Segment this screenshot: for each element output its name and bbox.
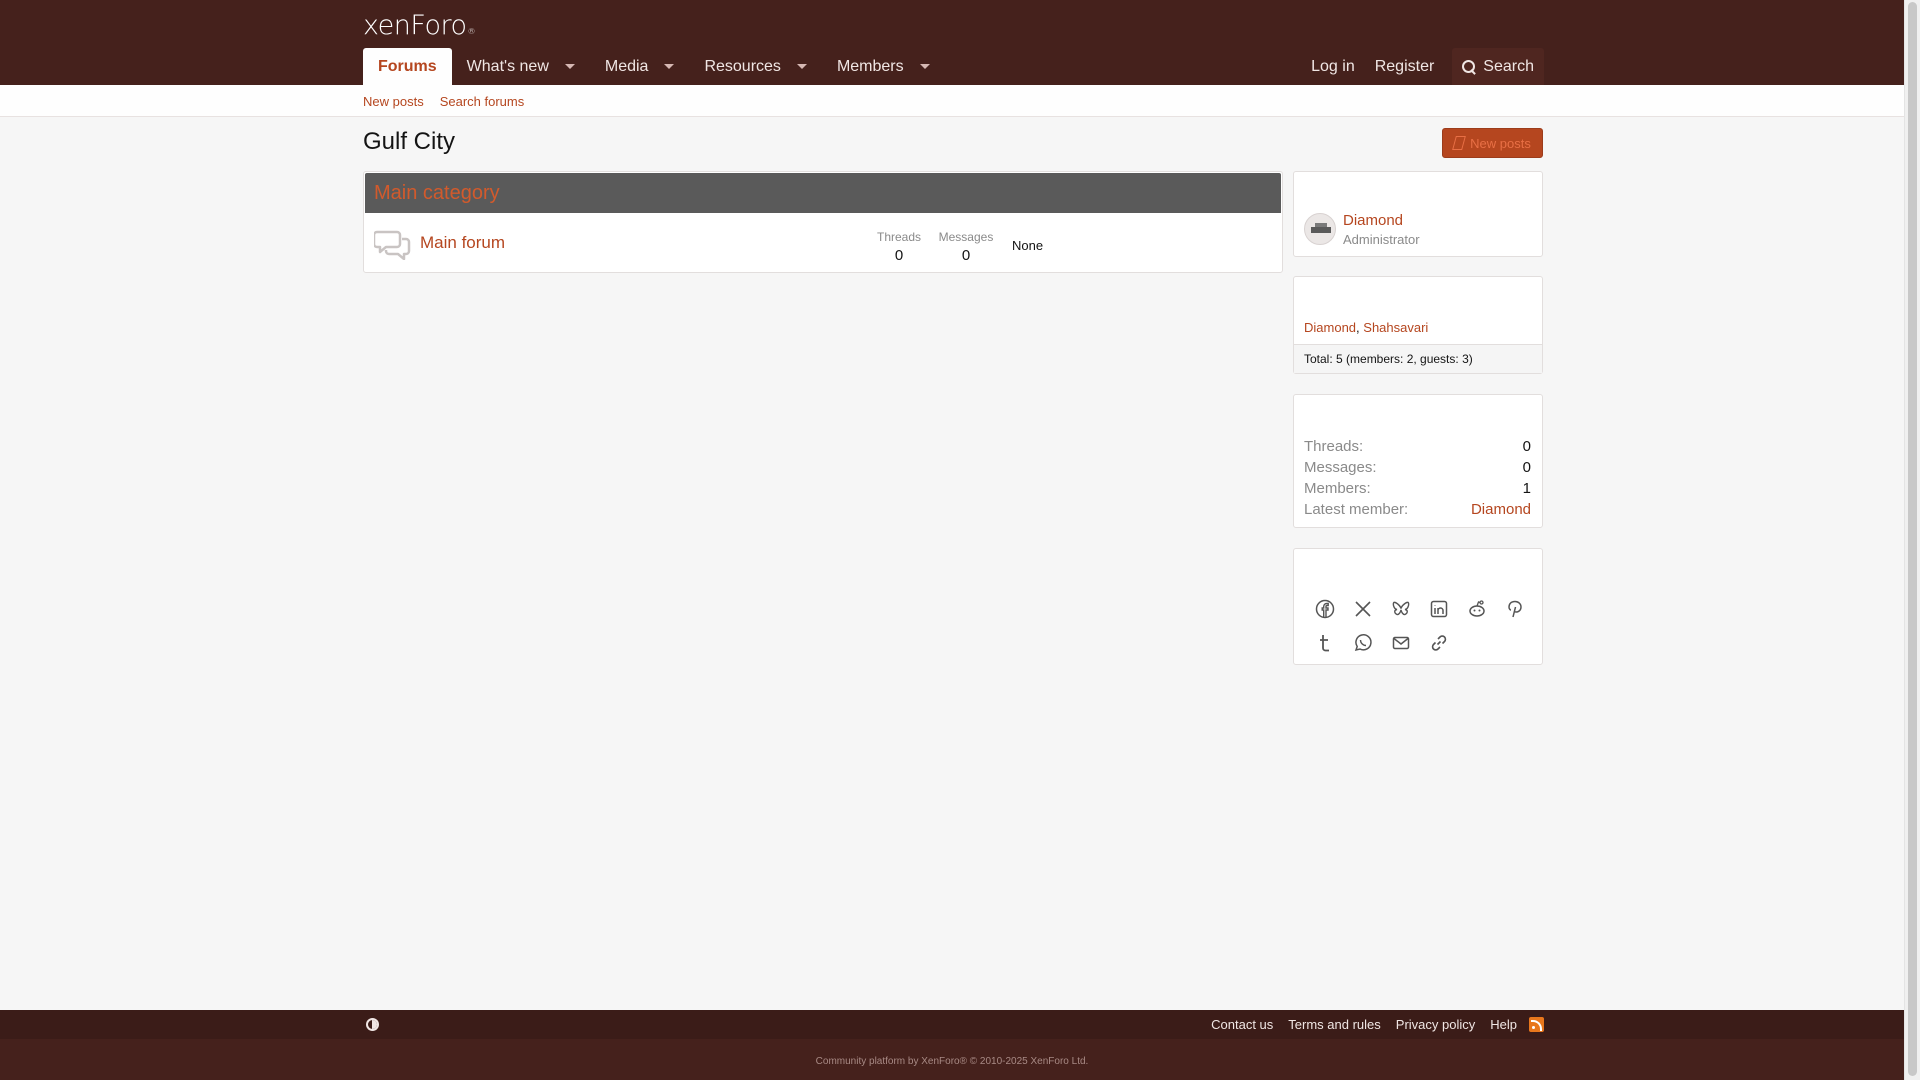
x-icon[interactable] <box>1344 597 1382 621</box>
forum-messages-stat: Messages 0 <box>934 230 998 264</box>
tumblr-icon[interactable] <box>1306 631 1344 655</box>
category-header: Main category <box>365 173 1281 213</box>
nav-tab-label: What's new <box>466 57 549 75</box>
copyright-text: Community platform by XenForo® © 2010-20… <box>815 1056 1089 1067</box>
forum-title-link[interactable]: Main forum <box>420 233 505 253</box>
forum-row: Main forum Threads 0 Messages 0 None <box>364 214 1282 272</box>
stats-key: Messages: <box>1304 459 1377 476</box>
login-link[interactable]: Log in <box>1301 48 1365 85</box>
page: xenForo ® Forums What's new Media Resourc… <box>0 0 1904 1080</box>
online-total: Total: 5 (members: 2, guests: 3) <box>1294 344 1542 373</box>
linkedin-icon[interactable] <box>1420 597 1458 621</box>
stats-row-latest-member: Latest member: Diamond <box>1304 501 1531 522</box>
online-member-link[interactable]: Diamond <box>1304 320 1356 335</box>
online-members-list: Diamond, Shahsavari <box>1304 320 1428 335</box>
nav-tab-media[interactable]: Media <box>590 48 690 85</box>
search-icon <box>1462 59 1476 74</box>
site-header: xenForo ® Forums What's new Media Resourc… <box>0 0 1904 85</box>
online-member-link[interactable]: Shahsavari <box>1363 320 1428 335</box>
category-title[interactable]: Main category <box>374 182 500 205</box>
stats-list: Threads: 0 Messages: 0 Members: 1 Latest me… <box>1304 438 1531 522</box>
stats-row-messages: Messages: 0 <box>1304 459 1531 480</box>
forum-statistics-widget: Threads: 0 Messages: 0 Members: 1 Latest me… <box>1293 394 1543 528</box>
messages-label: Messages <box>938 230 994 244</box>
subnav-new-posts[interactable]: New posts <box>363 94 424 109</box>
site-logo[interactable]: xenForo ® <box>363 10 476 41</box>
stats-value: 0 <box>1522 459 1531 476</box>
vertical-scrollbar[interactable] <box>1904 0 1920 1080</box>
footer-link-contact[interactable]: Contact us <box>1211 1017 1273 1032</box>
link-icon[interactable] <box>1420 631 1458 655</box>
threads-label: Threads <box>876 230 922 244</box>
category-block: Main category Main forum Threads 0 Messa… <box>363 171 1283 273</box>
share-page-widget <box>1293 548 1543 665</box>
rss-icon[interactable] <box>1529 1017 1544 1032</box>
footer-links-bar: Contact us Terms and rules Privacy polic… <box>0 1010 1904 1039</box>
latest-member-link[interactable]: Diamond <box>1471 501 1531 522</box>
main-nav: Forums What's new Media Resources Member… <box>363 48 945 85</box>
nav-tab-forums[interactable]: Forums <box>363 48 452 85</box>
stats-row-threads: Threads: 0 <box>1304 438 1531 459</box>
logo-mark: ® <box>467 27 476 36</box>
search-button[interactable]: Search <box>1452 48 1544 85</box>
account-nav: Log in Register Search <box>1301 48 1544 85</box>
bolt-icon <box>1452 136 1467 150</box>
subnav-search-forums[interactable]: Search forums <box>440 94 525 109</box>
new-posts-button-label: New posts <box>1470 135 1531 151</box>
sub-nav: New posts Search forums <box>0 85 1904 117</box>
nav-tab-members[interactable]: Members <box>822 48 945 85</box>
avatar[interactable] <box>1304 213 1336 245</box>
page-title: Gulf City <box>363 128 456 155</box>
pinterest-icon[interactable] <box>1496 597 1534 621</box>
footer-links: Contact us Terms and rules Privacy polic… <box>1196 1010 1544 1039</box>
caret-down-icon[interactable] <box>564 64 575 69</box>
search-label: Search <box>1483 57 1534 75</box>
last-post-text: None <box>1012 238 1044 253</box>
whatsapp-icon[interactable] <box>1344 631 1382 655</box>
nav-tab-label: Members <box>836 57 904 75</box>
stats-key: Members: <box>1304 480 1371 497</box>
members-online-widget: Diamond, Shahsavari Total: 5 (members: 2… <box>1293 276 1543 374</box>
caret-down-icon[interactable] <box>796 64 807 69</box>
bluesky-icon[interactable] <box>1382 597 1420 621</box>
register-link[interactable]: Register <box>1365 48 1445 85</box>
caret-down-icon[interactable] <box>919 64 930 69</box>
nav-tab-resources[interactable]: Resources <box>689 48 821 85</box>
share-row <box>1306 597 1534 621</box>
footer-link-privacy[interactable]: Privacy policy <box>1396 1017 1475 1032</box>
stats-key: Latest member: <box>1304 501 1409 518</box>
footer-link-help[interactable]: Help <box>1490 1017 1517 1032</box>
staff-online-widget: Diamond Administrator <box>1293 171 1543 257</box>
staff-member-name[interactable]: Diamond <box>1343 212 1403 229</box>
share-row <box>1306 631 1458 655</box>
email-icon[interactable] <box>1382 631 1420 655</box>
threads-value: 0 <box>894 247 904 264</box>
forum-threads-stat: Threads 0 <box>869 230 929 264</box>
staff-member-role: Administrator <box>1343 232 1420 247</box>
nav-tab-label: Forums <box>378 57 437 75</box>
site-footer: Contact us Terms and rules Privacy polic… <box>0 1010 1904 1080</box>
logo-text: xenForo <box>363 10 467 41</box>
caret-down-icon[interactable] <box>664 64 675 69</box>
footer-link-terms[interactable]: Terms and rules <box>1288 1017 1380 1032</box>
nav-tab-label: Resources <box>704 57 781 75</box>
nav-tab-label: Media <box>604 57 649 75</box>
stats-value: 1 <box>1522 480 1531 497</box>
messages-value: 0 <box>961 247 971 264</box>
facebook-icon[interactable] <box>1306 597 1344 621</box>
list-separator: , <box>1356 320 1360 335</box>
new-posts-button[interactable]: New posts <box>1442 128 1543 158</box>
scrollbar-thumb[interactable] <box>1908 2 1917 1076</box>
forum-comments-icon <box>374 230 411 260</box>
style-variation-icon[interactable] <box>366 1018 379 1031</box>
reddit-icon[interactable] <box>1458 597 1496 621</box>
stats-value: 0 <box>1522 438 1531 455</box>
stats-row-members: Members: 1 <box>1304 480 1531 501</box>
stats-key: Threads: <box>1304 438 1364 455</box>
nav-tab-whats-new[interactable]: What's new <box>452 48 590 85</box>
